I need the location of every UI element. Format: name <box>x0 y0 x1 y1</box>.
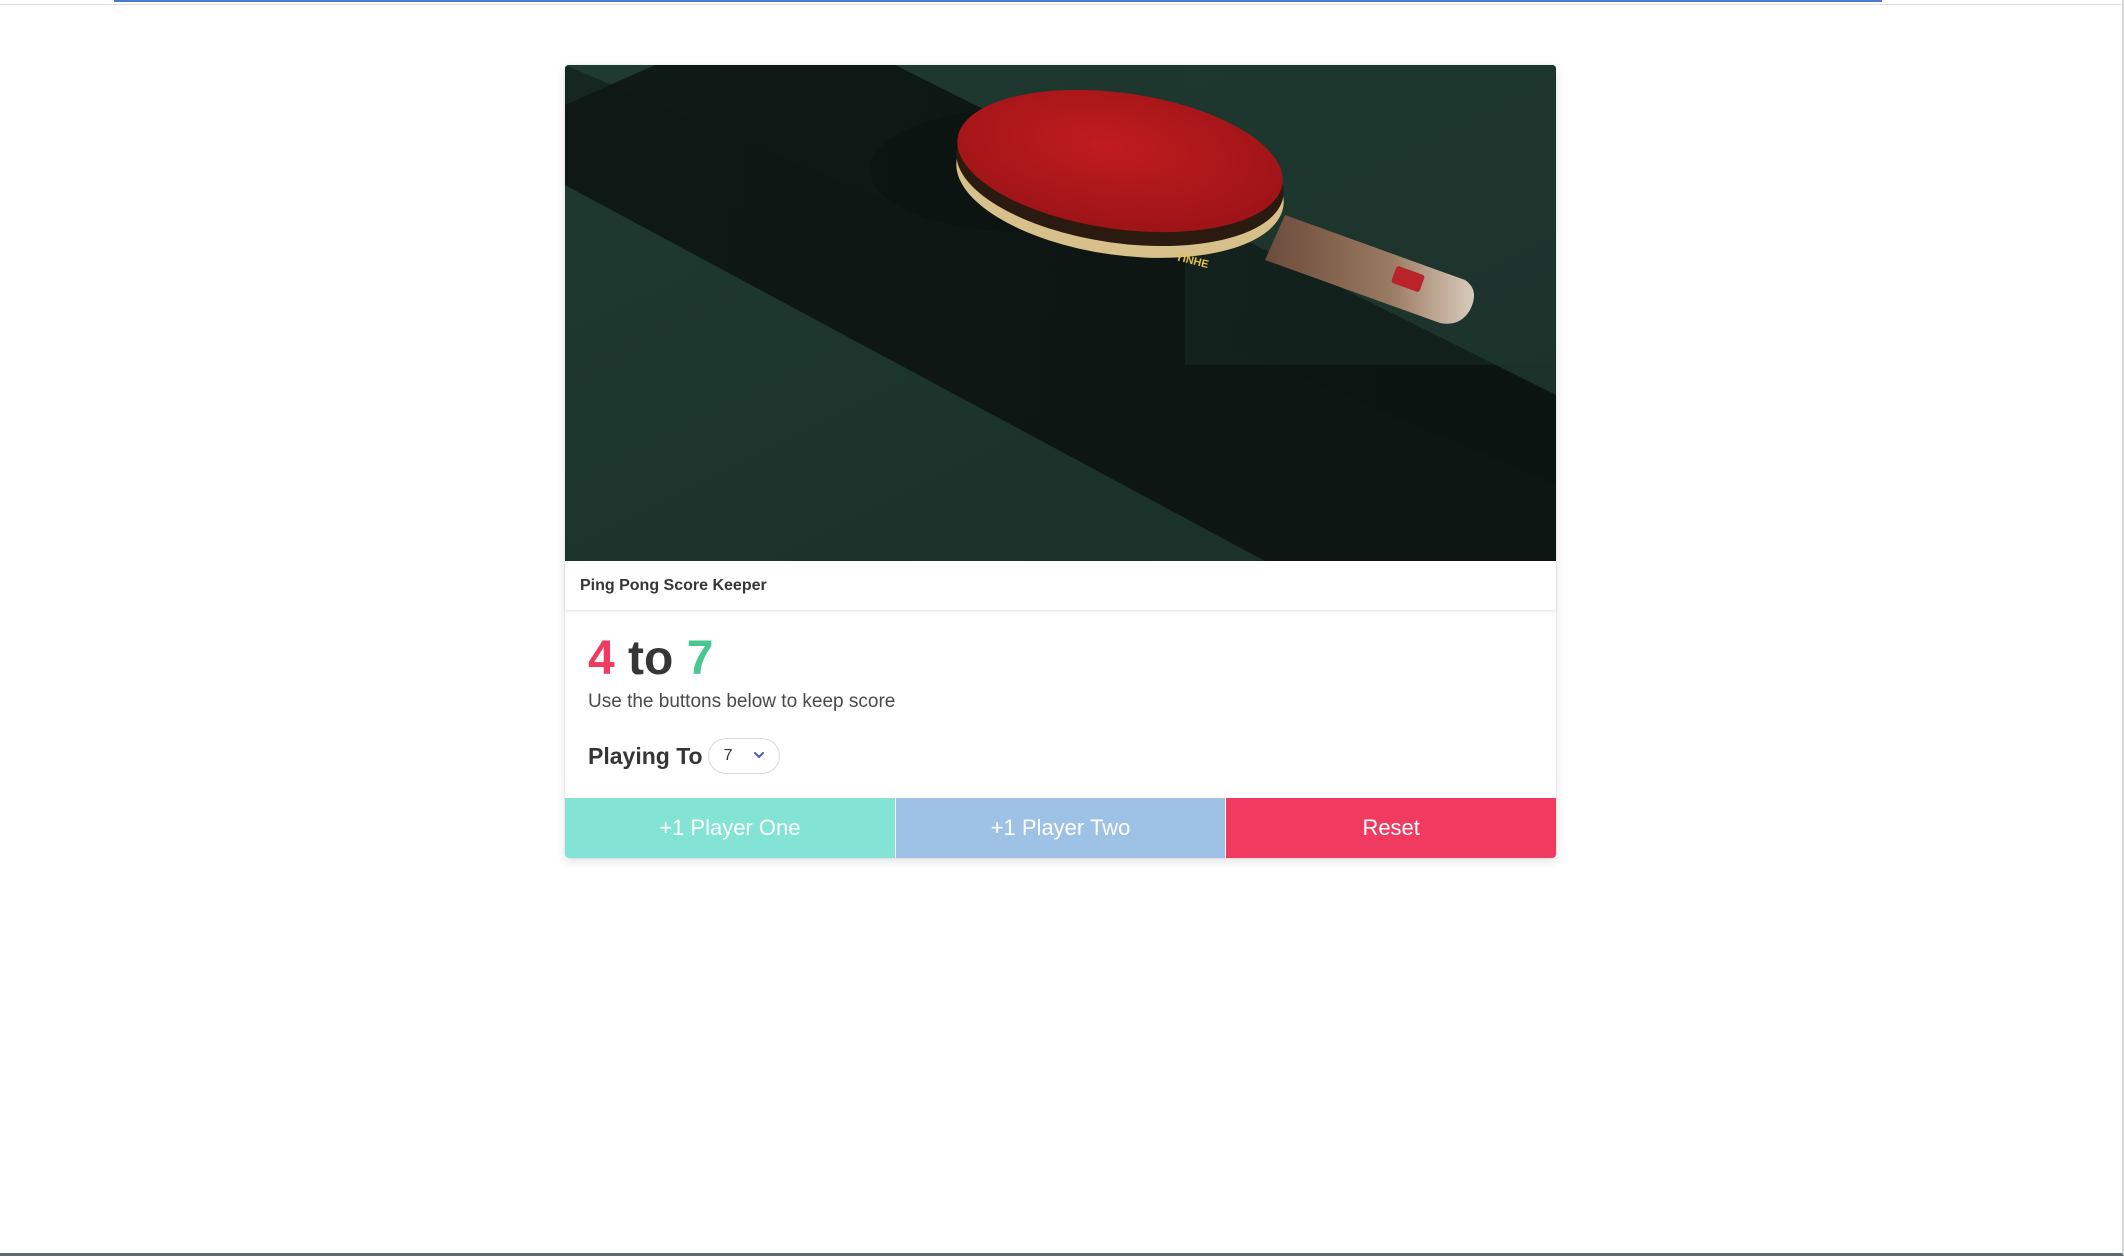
card-image: YINHE <box>565 65 1556 561</box>
score-keeper-card: YINHE Ping Pong Score Keeper 4 to 7 Use … <box>565 65 1557 858</box>
card-footer: +1 Player One +1 Player Two Reset <box>565 798 1557 858</box>
card-content: 4 to 7 Use the buttons below to keep sco… <box>565 611 1556 798</box>
player-two-score: 7 <box>686 632 714 685</box>
playing-to-select[interactable]: 7 <box>707 738 780 774</box>
add-point-player-one-button[interactable]: +1 Player One <box>565 798 895 858</box>
playing-to-value: 7 <box>723 747 733 764</box>
page-load-progress <box>114 0 1882 2</box>
card-header: Ping Pong Score Keeper <box>565 561 1556 611</box>
playing-to-label: Playing To <box>588 742 703 769</box>
chevron-down-icon <box>753 752 764 758</box>
instructions-text: Use the buttons below to keep score <box>588 691 896 712</box>
add-point-player-two-button[interactable]: +1 Player Two <box>895 798 1226 858</box>
score-display: 4 to 7 <box>588 633 1533 685</box>
playing-to-row: Playing To 7 <box>588 738 1533 774</box>
reset-button[interactable]: Reset <box>1226 798 1557 858</box>
player-one-score: 4 <box>588 632 615 685</box>
card-header-title: Ping Pong Score Keeper <box>580 576 767 594</box>
top-divider <box>0 4 2122 5</box>
browser-window: YINHE Ping Pong Score Keeper 4 to 7 Use … <box>0 0 2124 1256</box>
ping-pong-paddle-image: YINHE <box>565 65 1556 561</box>
score-separator: to <box>628 632 674 685</box>
